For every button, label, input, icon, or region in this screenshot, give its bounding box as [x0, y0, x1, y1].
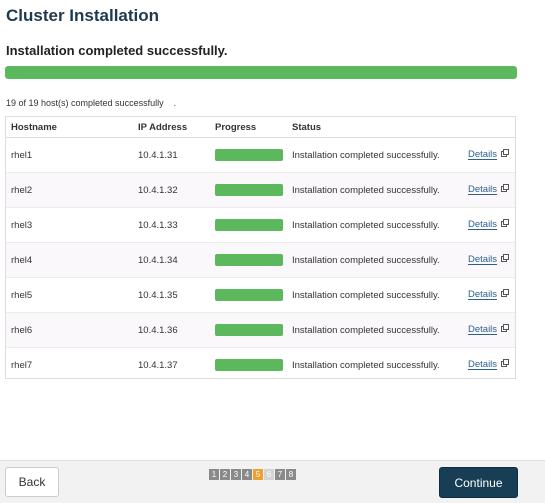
hostname-cell: rhel6	[6, 312, 138, 348]
table-row: rhel5 10.4.1.35 Installation completed suc…	[6, 277, 515, 313]
ip-address-cell: 10.4.1.36	[138, 312, 215, 348]
table-row: rhel4 10.4.1.34 Installation completed suc…	[6, 242, 515, 278]
details-cell: Details	[468, 312, 515, 348]
host-progress-bar	[215, 254, 283, 266]
progress-cell	[215, 207, 292, 243]
column-header-details	[468, 117, 515, 138]
hostname-cell: rhel4	[6, 242, 138, 278]
overall-progress-fill	[5, 66, 517, 79]
table-header-row: Hostname IP Address Progress Status	[6, 117, 515, 138]
footer-bar: Back 12345678 Continue	[0, 460, 545, 503]
progress-cell	[215, 277, 292, 313]
wizard-step-5: 5	[253, 469, 263, 480]
hostname-cell: rhel2	[6, 172, 138, 208]
column-header-progress: Progress	[215, 117, 292, 138]
table-row: rhel3 10.4.1.33 Installation completed suc…	[6, 207, 515, 243]
details-cell: Details	[468, 138, 515, 173]
host-progress-bar	[215, 149, 283, 161]
wizard-step-4: 4	[242, 469, 252, 480]
host-progress-bar	[215, 289, 283, 301]
details-link[interactable]: Details	[468, 360, 497, 371]
table-row: rhel7 10.4.1.37 Installation completed suc…	[6, 347, 515, 382]
status-cell: Installation completed successfully.	[292, 207, 468, 243]
details-cell: Details	[468, 242, 515, 278]
table-row: rhel1 10.4.1.31 Installation completed suc…	[6, 138, 515, 173]
installation-status-message: Installation completed successfully.	[6, 43, 228, 58]
hosts-summary: 19 of 19 host(s) completed successfully.	[6, 98, 176, 108]
wizard-step-3: 3	[231, 469, 241, 480]
wizard-step-6: 6	[264, 469, 274, 480]
status-cell: Installation completed successfully.	[292, 172, 468, 208]
continue-button[interactable]: Continue	[439, 467, 518, 498]
details-cell: Details	[468, 347, 515, 382]
progress-cell	[215, 242, 292, 278]
ip-address-cell: 10.4.1.35	[138, 277, 215, 313]
overall-progress-bar	[5, 66, 517, 79]
host-progress-bar	[215, 219, 283, 231]
hostname-cell: rhel3	[6, 207, 138, 243]
ip-address-cell: 10.4.1.32	[138, 172, 215, 208]
hosts-summary-text: 19 of 19 host(s) completed successfully	[6, 98, 164, 108]
progress-cell	[215, 138, 292, 173]
wizard-step-2: 2	[220, 469, 230, 480]
details-link[interactable]: Details	[468, 255, 497, 266]
external-link-icon[interactable]	[501, 324, 510, 335]
external-link-icon[interactable]	[501, 254, 510, 265]
wizard-step-indicator: 12345678	[209, 469, 297, 480]
progress-cell	[215, 347, 292, 382]
host-progress-bar	[215, 184, 283, 196]
hostname-cell: rhel5	[6, 277, 138, 313]
ip-address-cell: 10.4.1.33	[138, 207, 215, 243]
external-link-icon[interactable]	[501, 359, 510, 370]
details-link[interactable]: Details	[468, 220, 497, 231]
back-button[interactable]: Back	[5, 467, 59, 497]
status-cell: Installation completed successfully.	[292, 242, 468, 278]
ip-address-cell: 10.4.1.37	[138, 347, 215, 382]
page-title: Cluster Installation	[6, 6, 160, 25]
host-progress-bar	[215, 324, 283, 336]
wizard-step-1: 1	[209, 469, 219, 480]
details-link[interactable]: Details	[468, 290, 497, 301]
status-cell: Installation completed successfully.	[292, 347, 468, 382]
ip-address-cell: 10.4.1.34	[138, 242, 215, 278]
details-link[interactable]: Details	[468, 150, 497, 161]
hosts-summary-suffix: .	[173, 98, 177, 108]
status-cell: Installation completed successfully.	[292, 149, 440, 161]
external-link-icon[interactable]	[501, 184, 510, 195]
status-cell: Installation completed successfully.	[292, 277, 468, 313]
wizard-step-8: 8	[286, 469, 296, 480]
progress-cell	[215, 312, 292, 348]
details-cell: Details	[468, 277, 515, 313]
column-header-hostname: Hostname	[6, 117, 138, 138]
details-cell: Details	[468, 172, 515, 208]
ip-address-cell: 10.4.1.31	[138, 149, 178, 161]
hostname-cell: rhel7	[6, 347, 138, 382]
progress-cell	[215, 172, 292, 208]
host-progress-bar	[215, 359, 283, 371]
details-cell: Details	[468, 207, 515, 243]
details-link[interactable]: Details	[468, 185, 497, 196]
external-link-icon[interactable]	[501, 289, 510, 300]
external-link-icon[interactable]	[501, 149, 510, 160]
details-link[interactable]: Details	[468, 325, 497, 336]
table-row: rhel6 10.4.1.36 Installation completed suc…	[6, 312, 515, 348]
column-header-status: Status	[292, 117, 468, 138]
external-link-icon[interactable]	[501, 219, 510, 230]
wizard-step-7: 7	[275, 469, 285, 480]
status-cell: Installation completed successfully.	[292, 312, 468, 348]
hosts-table: Hostname IP Address Progress Status rhel…	[5, 116, 516, 382]
hostname-cell: rhel1	[11, 149, 33, 161]
column-header-ip-address: IP Address	[138, 117, 215, 138]
table-row: rhel2 10.4.1.32 Installation completed suc…	[6, 172, 515, 208]
